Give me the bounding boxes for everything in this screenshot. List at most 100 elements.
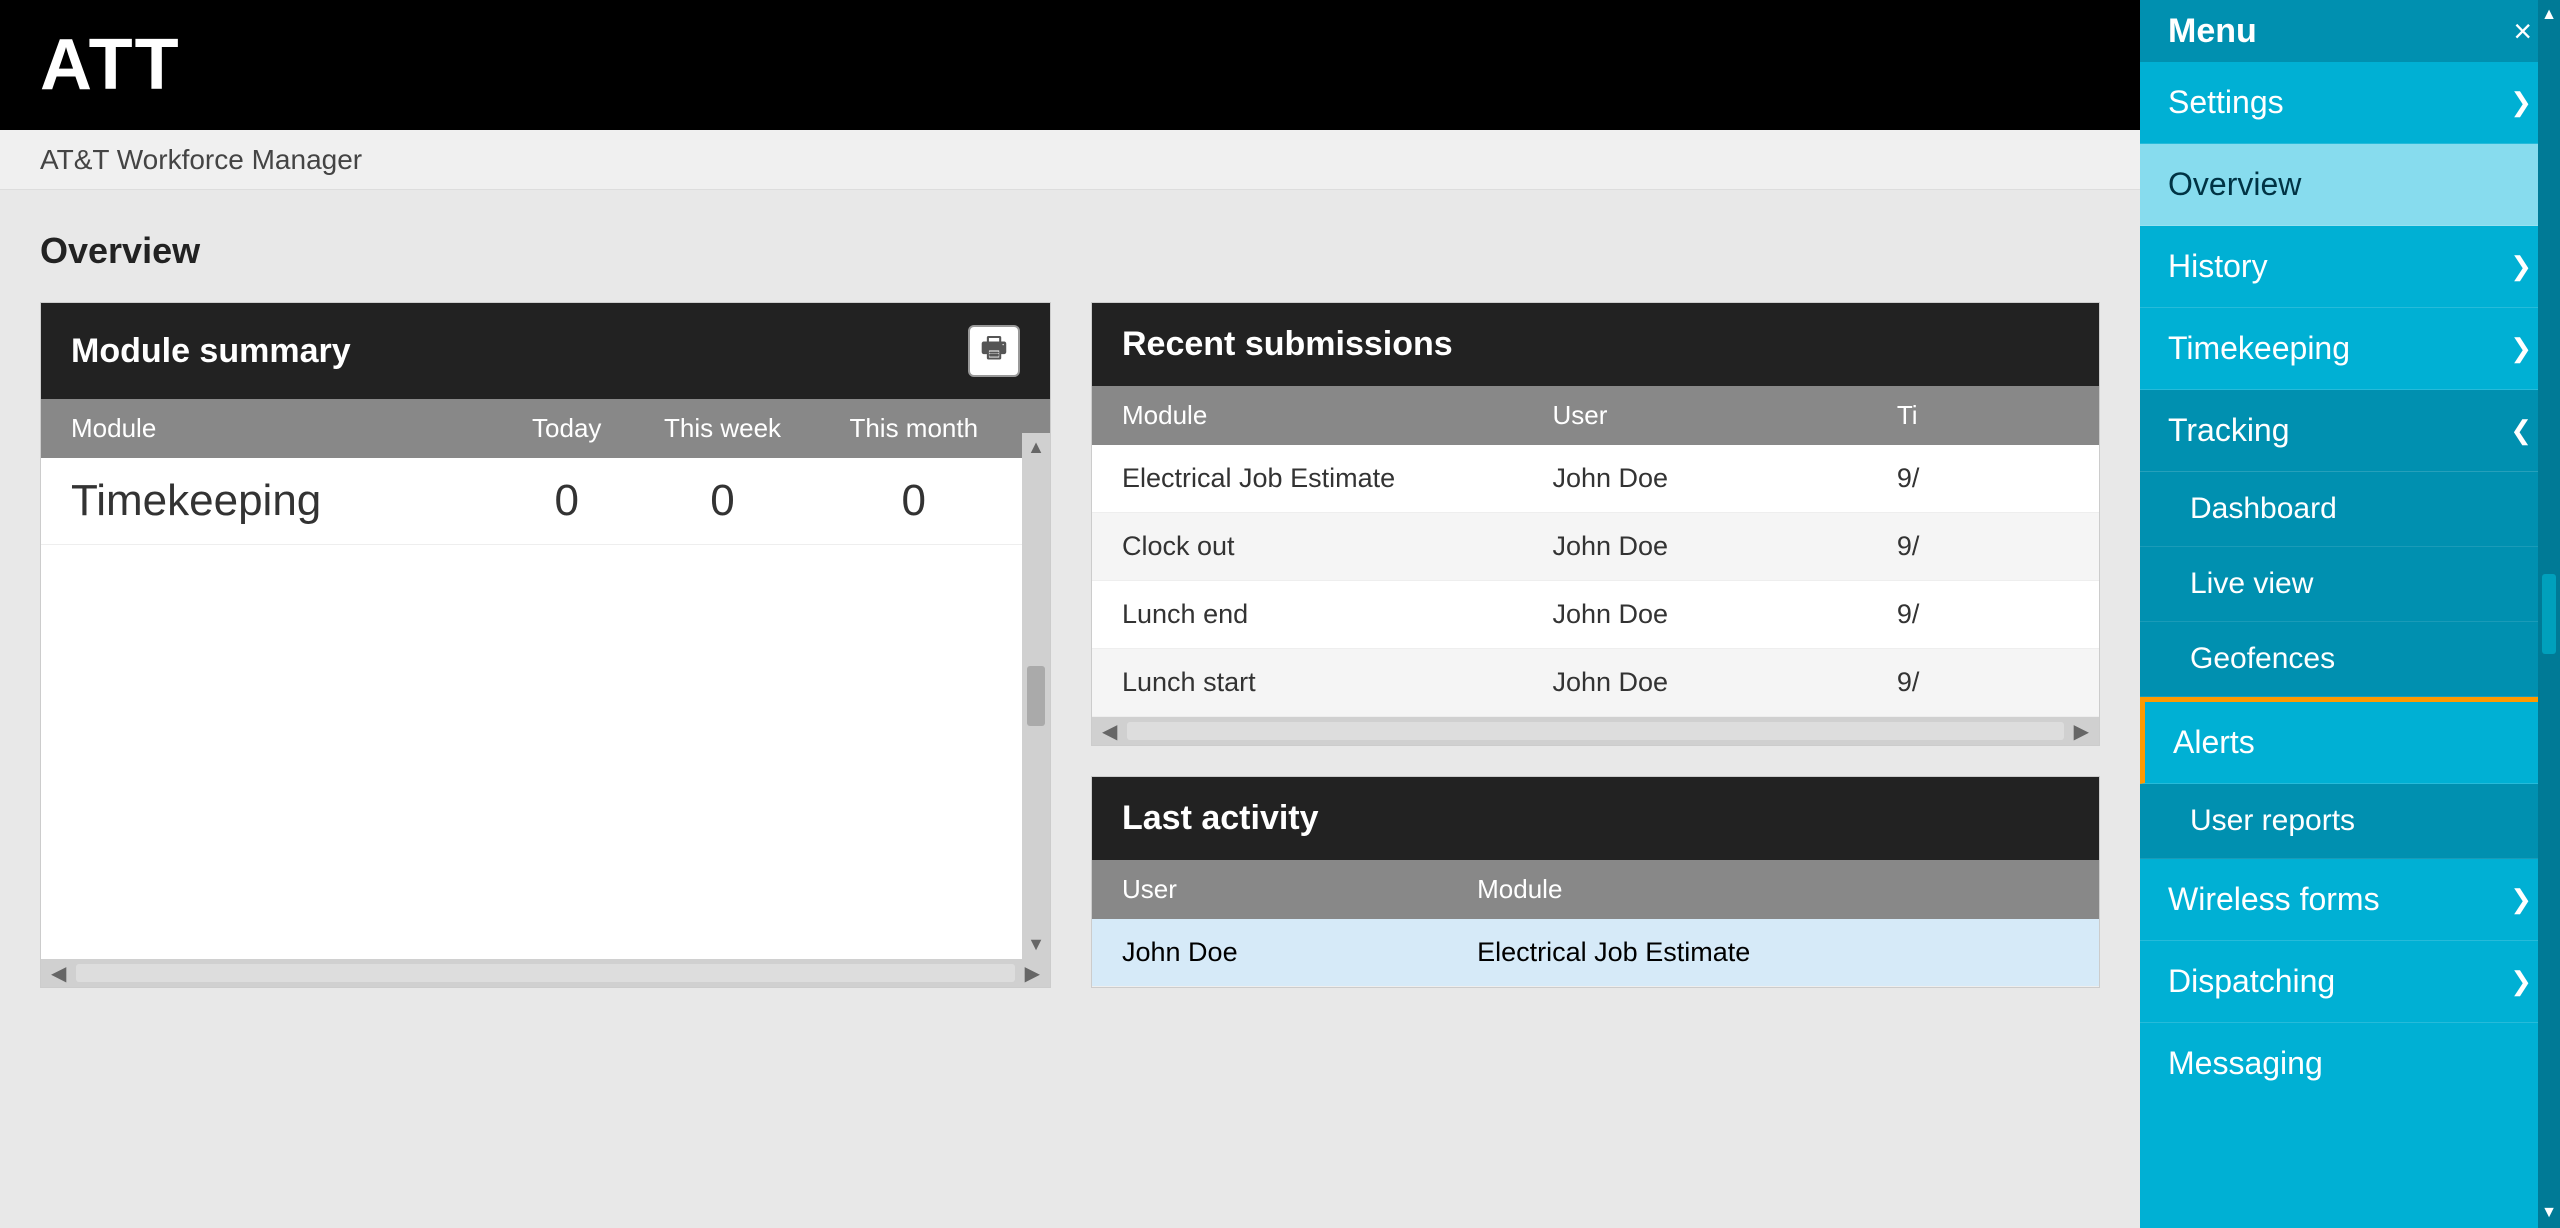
rs-col-module-header: Module — [1122, 400, 1552, 431]
scroll-left-arrow[interactable]: ◀ — [45, 961, 72, 986]
table-row: Electrical Job Estimate John Doe 9/ — [1092, 445, 2099, 513]
table-row: Clock out John Doe 9/ — [1092, 513, 2099, 581]
sub-header-text: AT&T Workforce Manager — [40, 144, 362, 176]
rs-row-user: John Doe — [1552, 531, 1896, 562]
main-content: Overview Module summary 🖶 Module Today T… — [0, 190, 2140, 1028]
scroll-right-arrow[interactable]: ▶ — [2068, 719, 2095, 744]
last-activity-header: Last activity — [1092, 777, 2099, 860]
sidebar-item-label: History — [2168, 248, 2268, 285]
right-menu: Menu × Settings ❯ Overview History ❯ Tim… — [2140, 0, 2560, 1228]
la-col-user-header: User — [1122, 874, 1477, 905]
chevron-down-icon: ❮ — [2510, 415, 2532, 446]
chevron-right-icon: ❯ — [2510, 87, 2532, 118]
ms-col-month-header: This month — [808, 413, 1020, 444]
chevron-right-icon: ❯ — [2510, 966, 2532, 997]
sidebar-item-timekeeping[interactable]: Timekeeping ❯ — [2140, 308, 2560, 390]
app-title: ATT — [40, 24, 181, 106]
la-row-user: John Doe — [1122, 937, 1477, 968]
sidebar-item-messaging[interactable]: Messaging — [2140, 1023, 2560, 1104]
menu-header: Menu × — [2140, 0, 2560, 62]
menu-close-button[interactable]: × — [2513, 15, 2532, 47]
rs-row-time: 9/ — [1897, 531, 2069, 562]
sidebar-item-label: Timekeeping — [2168, 330, 2350, 367]
rs-row-time: 9/ — [1897, 667, 2069, 698]
table-row: Lunch start John Doe 9/ — [1092, 649, 2099, 717]
sidebar-item-label: Dispatching — [2168, 963, 2335, 1000]
horizontal-scrollbar[interactable]: ◀ ▶ — [1092, 717, 2099, 745]
vertical-scrollbar[interactable]: ▲ ▼ — [1022, 433, 1050, 959]
recent-submissions-body: Electrical Job Estimate John Doe 9/ Cloc… — [1092, 445, 2099, 717]
scroll-right-arrow[interactable]: ▶ — [1019, 961, 1046, 986]
ms-col-module-header: Module — [71, 413, 496, 444]
chevron-right-icon: ❯ — [2510, 884, 2532, 915]
recent-submissions-title: Recent submissions — [1122, 325, 1453, 364]
sidebar-item-label: Overview — [2168, 166, 2301, 203]
la-col-module-header: Module — [1477, 874, 2069, 905]
sidebar-item-tracking[interactable]: Tracking ❮ — [2140, 390, 2560, 472]
sidebar-item-label: Alerts — [2173, 724, 2255, 761]
rs-col-time-header: Ti — [1897, 400, 2069, 431]
sidebar-item-user-reports[interactable]: User reports — [2140, 784, 2560, 859]
la-row-module: Electrical Job Estimate — [1477, 937, 2069, 968]
print-icon[interactable]: 🖶 — [968, 325, 1020, 377]
module-summary-col-headers: Module Today This week This month — [41, 399, 1050, 458]
recent-submissions-col-headers: Module User Ti — [1092, 386, 2099, 445]
sidebar-item-geofences[interactable]: Geofences — [2140, 622, 2560, 697]
scroll-track[interactable] — [1127, 722, 2063, 740]
table-row: Timekeeping 0 0 0 — [41, 458, 1050, 545]
last-activity-title: Last activity — [1122, 799, 1319, 838]
ms-row-today: 0 — [496, 476, 638, 526]
ms-row-module: Timekeeping — [71, 476, 496, 526]
ms-row-month: 0 — [808, 476, 1020, 526]
sidebar-item-label: Live view — [2190, 567, 2313, 601]
module-summary-panel: Module summary 🖶 Module Today This week … — [40, 302, 1051, 988]
right-panels: Recent submissions Module User Ti Electr… — [1091, 302, 2100, 988]
horizontal-scrollbar[interactable]: ◀ ▶ — [41, 959, 1050, 987]
recent-submissions-header: Recent submissions — [1092, 303, 2099, 386]
last-activity-panel: Last activity User Module John Doe Elect… — [1091, 776, 2100, 988]
rs-row-time: 9/ — [1897, 463, 2069, 494]
chevron-right-icon: ❯ — [2510, 251, 2532, 282]
module-summary-body: Timekeeping 0 0 0 — [41, 458, 1050, 959]
rs-row-module: Lunch end — [1122, 599, 1552, 630]
menu-scrollbar[interactable]: ▲ ▼ — [2538, 0, 2560, 1228]
sidebar-item-label: Geofences — [2190, 642, 2335, 676]
sidebar-item-label: Wireless forms — [2168, 881, 2380, 918]
sidebar-item-live-view[interactable]: Live view — [2140, 547, 2560, 622]
sidebar-item-wireless-forms[interactable]: Wireless forms ❯ — [2140, 859, 2560, 941]
sidebar-item-dashboard[interactable]: Dashboard — [2140, 472, 2560, 547]
table-row: John Doe Electrical Job Estimate — [1092, 919, 2099, 987]
ms-col-today-header: Today — [496, 413, 638, 444]
sidebar-item-overview[interactable]: Overview — [2140, 144, 2560, 226]
module-summary-header: Module summary 🖶 — [41, 303, 1050, 399]
sidebar-item-label: Settings — [2168, 84, 2284, 121]
rs-col-user-header: User — [1552, 400, 1896, 431]
rs-row-module: Lunch start — [1122, 667, 1552, 698]
sidebar-item-settings[interactable]: Settings ❯ — [2140, 62, 2560, 144]
scroll-left-arrow[interactable]: ◀ — [1096, 719, 1123, 744]
overview-title: Overview — [40, 230, 2100, 272]
rs-row-module: Clock out — [1122, 531, 1552, 562]
ms-row-week: 0 — [638, 476, 808, 526]
rs-row-time: 9/ — [1897, 599, 2069, 630]
sidebar-item-label: Messaging — [2168, 1045, 2323, 1082]
sidebar-item-label: Dashboard — [2190, 492, 2337, 526]
rs-row-user: John Doe — [1552, 463, 1896, 494]
last-activity-col-headers: User Module — [1092, 860, 2099, 919]
scroll-track[interactable] — [76, 964, 1014, 982]
ms-col-week-header: This week — [638, 413, 808, 444]
last-activity-body: John Doe Electrical Job Estimate — [1092, 919, 2099, 987]
module-summary-title: Module summary — [71, 332, 351, 371]
recent-submissions-panel: Recent submissions Module User Ti Electr… — [1091, 302, 2100, 746]
panels-row: Module summary 🖶 Module Today This week … — [40, 302, 2100, 988]
chevron-right-icon: ❯ — [2510, 333, 2532, 364]
sidebar-item-dispatching[interactable]: Dispatching ❯ — [2140, 941, 2560, 1023]
sidebar-item-label: Tracking — [2168, 412, 2290, 449]
rs-row-user: John Doe — [1552, 599, 1896, 630]
table-row: Lunch end John Doe 9/ — [1092, 581, 2099, 649]
sidebar-item-history[interactable]: History ❯ — [2140, 226, 2560, 308]
rs-row-module: Electrical Job Estimate — [1122, 463, 1552, 494]
sidebar-item-alerts[interactable]: Alerts — [2140, 697, 2560, 784]
rs-row-user: John Doe — [1552, 667, 1896, 698]
sidebar-item-label: User reports — [2190, 804, 2355, 838]
